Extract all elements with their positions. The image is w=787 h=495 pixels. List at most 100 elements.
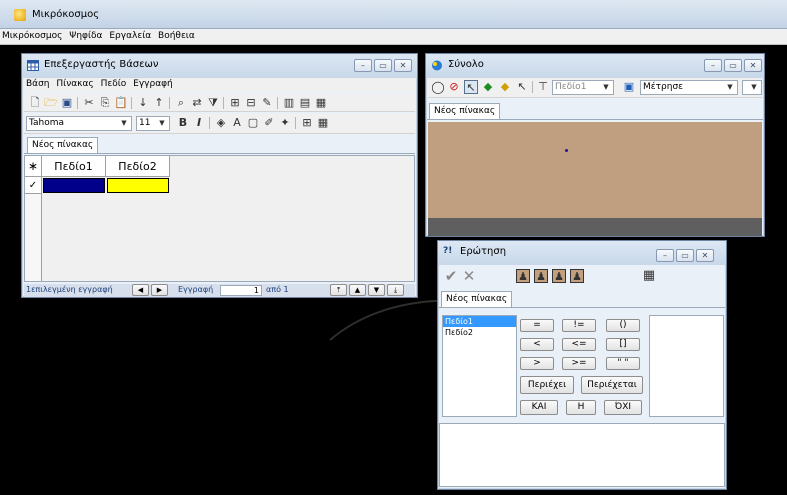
tab-neos-pinakas[interactable]: Νέος πίνακας <box>429 103 501 119</box>
table-icon[interactable]: ▦ <box>642 269 656 283</box>
bold-icon[interactable]: B <box>176 116 190 130</box>
last-record-button[interactable]: ⤓ <box>387 284 404 296</box>
edit-record-icon[interactable]: ✎ <box>260 96 274 110</box>
column-header-pedio1[interactable]: Πεδίο1 <box>42 156 106 177</box>
find-icon[interactable]: ⌕ <box>174 96 188 110</box>
line-color-icon[interactable]: ✐ <box>262 116 276 130</box>
field-list-item-pedio1[interactable]: Πεδίο1 <box>443 316 516 327</box>
green-pointer-icon[interactable]: ◆ <box>481 80 495 94</box>
gridlines-icon[interactable]: ⊞ <box>300 116 314 130</box>
and-button[interactable]: ΚΑΙ <box>520 400 558 415</box>
menu-psifida[interactable]: Ψηφίδα <box>67 29 104 41</box>
minimize-button[interactable]: – <box>354 59 372 72</box>
column-header-pedio2[interactable]: Πεδίο2 <box>106 156 170 177</box>
query-expression-area[interactable] <box>439 423 725 487</box>
cross-icon[interactable]: ✕ <box>462 269 476 284</box>
not-button[interactable]: ΌΧΙ <box>604 400 642 415</box>
less-than-button[interactable]: < <box>520 338 554 351</box>
quotes-button[interactable]: " " <box>606 357 640 370</box>
measure-combo[interactable]: Μέτρησε ▼ <box>640 80 738 95</box>
select-pointer-icon[interactable]: ↖ <box>515 80 529 94</box>
font-color-icon[interactable]: A <box>230 116 244 130</box>
menu-mikrokosmos[interactable]: Μικρόκοσμος <box>0 29 64 41</box>
check-icon[interactable]: ✔ <box>444 269 458 284</box>
db-editor-title-bar[interactable]: Επεξεργαστής Βάσεων – ▭ ✕ <box>22 54 417 78</box>
paste-icon[interactable]: 📋 <box>114 96 128 110</box>
save-icon[interactable]: ▣ <box>60 96 74 110</box>
up-button[interactable]: ▲ <box>349 284 366 296</box>
query-tool-icon-3[interactable]: ♟ <box>552 269 566 283</box>
table-view-icon[interactable]: ▦ <box>316 116 330 130</box>
delete-field-icon[interactable]: ▤ <box>298 96 312 110</box>
lasso-icon[interactable]: ◯ <box>431 80 445 94</box>
not-equal-button[interactable]: != <box>562 319 596 332</box>
table-cell-pedio1[interactable] <box>43 178 105 193</box>
next-record-button[interactable]: ▶ <box>151 284 168 296</box>
synolo-canvas[interactable] <box>428 122 762 218</box>
table-cell-pedio2[interactable] <box>107 178 169 193</box>
contains-button[interactable]: Περιέχει <box>520 376 574 394</box>
close-button[interactable]: ✕ <box>394 59 412 72</box>
equal-button[interactable]: = <box>520 319 554 332</box>
menu-vasi[interactable]: Βάση <box>24 78 52 90</box>
query-tool-icon-4[interactable]: ♟ <box>570 269 584 283</box>
menu-eggrafi[interactable]: Εγγραφή <box>131 78 175 90</box>
tab-neos-pinakas[interactable]: Νέος πίνακας <box>27 137 99 153</box>
greater-equal-button[interactable]: >= <box>562 357 596 370</box>
close-button[interactable]: ✕ <box>696 249 714 262</box>
less-equal-button[interactable]: <= <box>562 338 596 351</box>
no-select-icon[interactable]: ⊘ <box>447 80 461 94</box>
query-toolbar: ✔ ✕ ♟ ♟ ♟ ♟ ▦ <box>440 267 724 289</box>
menu-pedio[interactable]: Πεδίο <box>99 78 129 90</box>
italic-icon[interactable]: I <box>192 116 206 130</box>
or-button[interactable]: Η <box>566 400 596 415</box>
query-tool-icon-2[interactable]: ♟ <box>534 269 548 283</box>
filter-icon[interactable]: ⊤ <box>536 80 550 94</box>
menu-pinakas[interactable]: Πίνακας <box>54 78 95 90</box>
sort-descending-icon[interactable]: ↑ <box>152 96 166 110</box>
field-properties-icon[interactable]: ▦ <box>314 96 328 110</box>
first-record-button[interactable]: ⤒ <box>330 284 347 296</box>
pointer-icon[interactable]: ↖ <box>464 80 478 94</box>
menu-ergaleia[interactable]: Εργαλεία <box>107 29 153 41</box>
synolo-title-bar[interactable]: Σύνολο – ▭ ✕ <box>426 54 764 78</box>
sort-ascending-icon[interactable]: ↓ <box>136 96 150 110</box>
delete-record-icon[interactable]: ⊟ <box>244 96 258 110</box>
data-point[interactable] <box>565 149 568 152</box>
yellow-pointer-icon[interactable]: ◆ <box>498 80 512 94</box>
fill-color-icon[interactable]: ◈ <box>214 116 228 130</box>
measure-icon[interactable]: ▣ <box>622 80 636 94</box>
close-button[interactable]: ✕ <box>744 59 762 72</box>
minimize-button[interactable]: – <box>704 59 722 72</box>
font-size-combo[interactable]: 11 ▼ <box>136 116 170 131</box>
field-list-item-pedio2[interactable]: Πεδίο2 <box>443 327 516 338</box>
add-record-icon[interactable]: ⊞ <box>228 96 242 110</box>
contained-button[interactable]: Περιέχεται <box>581 376 643 394</box>
maximize-button[interactable]: ▭ <box>724 59 742 72</box>
copy-icon[interactable]: ⎘ <box>98 96 112 110</box>
prev-record-button[interactable]: ◀ <box>132 284 149 296</box>
font-name-combo[interactable]: Tahoma ▼ <box>26 116 132 131</box>
query-title-bar[interactable]: ?! Ερώτηση – ▭ ✕ <box>438 241 726 265</box>
query-tool-icon-1[interactable]: ♟ <box>516 269 530 283</box>
effects-icon[interactable]: ✦ <box>278 116 292 130</box>
options-dropdown[interactable]: ▼ <box>742 80 762 95</box>
open-folder-icon[interactable]: 🗁 <box>44 96 58 110</box>
record-number-input[interactable]: 1 <box>220 285 262 296</box>
border-color-icon[interactable]: ▢ <box>246 116 260 130</box>
menu-voitheia[interactable]: Βοήθεια <box>156 29 197 41</box>
add-field-icon[interactable]: ▥ <box>282 96 296 110</box>
tab-neos-pinakas[interactable]: Νέος πίνακας <box>441 291 513 307</box>
new-file-icon[interactable]: 🗋 <box>28 96 42 110</box>
maximize-button[interactable]: ▭ <box>676 249 694 262</box>
filter-icon[interactable]: ⧩ <box>206 96 220 110</box>
parentheses-button[interactable]: () <box>606 319 640 332</box>
find-replace-icon[interactable]: ⇄ <box>190 96 204 110</box>
greater-than-button[interactable]: > <box>520 357 554 370</box>
field-combo[interactable]: Πεδίο1 ▼ <box>552 80 614 95</box>
brackets-button[interactable]: [] <box>606 338 640 351</box>
minimize-button[interactable]: – <box>656 249 674 262</box>
down-button[interactable]: ▼ <box>368 284 385 296</box>
cut-icon[interactable]: ✂ <box>82 96 96 110</box>
maximize-button[interactable]: ▭ <box>374 59 392 72</box>
